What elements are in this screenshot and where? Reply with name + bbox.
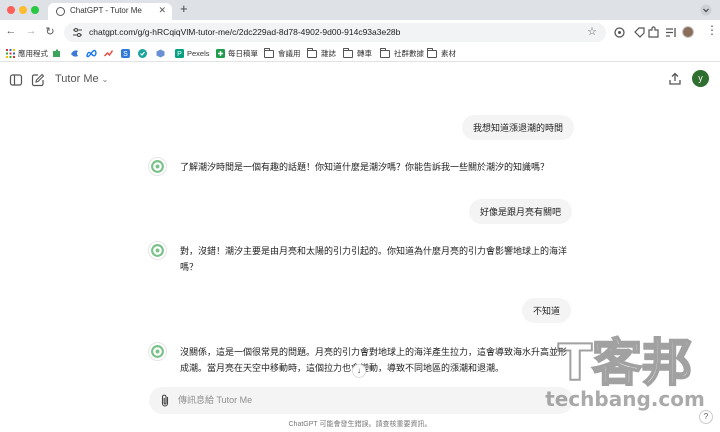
meta-logo-icon [86,49,97,58]
share-icon[interactable] [668,72,682,86]
folder-icon [343,47,353,58]
bookmark-blue[interactable] [70,47,82,60]
assistant-message: 了解潮汐時間是一個有趣的話題！你知道什麼是潮汐嗎？你能告訴我一些關於潮汐的知識嗎… [180,162,550,172]
bookmark-teal[interactable] [138,47,150,60]
google-lens-icon[interactable] [613,26,626,39]
disclaimer-note: ChatGPT 可能會發生錯誤。請查核重要資訊。 [288,421,432,428]
bookmark-label: 轉車 [357,49,372,58]
assistant-message: 對，沒錯！潮汐主要是由月亮和太陽的引力引起的。你知道為什麼月亮的引力會影響地球上… [180,246,568,272]
paperclip-attach-icon[interactable] [159,393,171,408]
extension-generic-icon[interactable] [633,26,646,39]
url-text[interactable]: chatgpt.com/g/g-hRCqiqVlM-tutor-me/c/2dc… [89,27,400,37]
bookmark-star-icon[interactable]: ☆ [587,25,597,38]
green-puzzle-icon [53,49,60,57]
bookmark-label: Pexels [187,49,210,58]
folder-icon [380,47,390,58]
blue-bird-icon [71,50,78,57]
user-message: 我想知道漲退潮的時間 [462,115,575,140]
message-input[interactable] [178,393,538,407]
user-message: 好像是跟月亮有關吧 [469,199,573,224]
browser-tab-active[interactable]: ChatGPT - Tutor Me ✕ [48,3,172,20]
teal-badge-icon [138,49,147,58]
svg-text:S: S [123,51,128,58]
folder-icon [264,47,274,58]
help-button[interactable]: ? [699,410,713,424]
window-zoom-button[interactable] [31,6,39,14]
tab-close-icon[interactable]: ✕ [158,5,166,16]
bookmark-meta[interactable] [86,47,100,60]
chevron-down-icon: ⌄ [101,75,109,84]
bookmark-apps[interactable]: 應用程式 [6,47,48,60]
user-message: 不知道 [522,298,572,323]
gpt-avatar-icon [148,157,167,176]
scroll-to-bottom-button[interactable]: ↓ [352,364,366,378]
bookmark-label: 社群數據 [394,49,424,58]
assistant-message: 沒關係，這是一個很常見的問題。月亮的引力會對地球上的海洋產生拉力，這會導致海水升… [180,347,568,373]
pexels-logo-icon: P [175,49,184,58]
back-arrow-icon[interactable]: ← [4,25,18,37]
apps-grid-icon [6,49,15,58]
gpt-avatar-icon [148,241,167,260]
trend-chart-icon [104,50,113,57]
bookmark-label: 應用程式 [18,49,48,58]
bookmark-s[interactable]: S [121,47,133,60]
bookmark-folder-meeting[interactable]: 會議用 [264,47,301,60]
bookmark-label: 雜誌 [321,49,336,58]
window-minimize-button[interactable] [19,6,27,14]
folder-icon [427,47,437,58]
extensions-puzzle-icon[interactable] [647,26,660,39]
reading-list-icon[interactable] [664,26,677,39]
green-plus-icon [216,49,225,58]
bookmark-label: 會議用 [278,49,301,58]
bookmark-daily-sheet[interactable]: 每日稿單 [216,47,258,60]
bookmark-folder-social[interactable]: 社群數據 [380,47,424,60]
bookmarks-bar: 應用程式 S P Pexels 每日稿單 會議用 雜誌 轉車 社群數據 素材 [0,45,720,62]
site-settings-icon[interactable] [72,27,83,38]
sidebar-toggle-icon[interactable] [9,73,23,87]
cube-icon [156,49,165,58]
bookmark-chart[interactable] [104,47,116,60]
bookmark-folder-magazine[interactable]: 雜誌 [307,47,336,60]
new-tab-button[interactable]: + [180,1,188,16]
svg-text:P: P [177,51,182,58]
browser-tab-bar: ChatGPT - Tutor Me ✕ + [0,0,720,20]
tab-search-chevron-icon[interactable] [700,4,712,16]
folder-icon [307,47,317,58]
chat-app: Tutor Me ⌄ y 我想知道漲退潮的時間 了解潮汐時間是一個有趣的話題！你知… [0,63,720,432]
reload-icon[interactable]: ↻ [43,25,57,38]
model-name: Tutor Me [55,73,99,85]
browser-toolbar: ← → ↻ chatgpt.com/g/g-hRCqiqVlM-tutor-me… [0,20,720,45]
s-logo-icon: S [121,49,130,58]
message-composer [149,387,573,414]
bookmark-pexels[interactable]: P Pexels [175,47,210,60]
address-bar[interactable]: chatgpt.com/g/g-hRCqiqVlM-tutor-me/c/2dc… [64,23,606,42]
gpt-avatar-icon [148,342,167,361]
bookmark-label: 每日稿單 [228,49,258,58]
browser-menu-icon[interactable]: ⋮ [706,23,718,37]
bookmark-folder-assets[interactable]: 素材 [427,47,456,60]
bookmark-label: 素材 [441,49,456,58]
model-selector[interactable]: Tutor Me ⌄ [55,73,108,85]
bookmark-green-puzzle[interactable] [52,47,64,60]
openai-favicon-icon [56,7,65,16]
new-chat-icon[interactable] [31,73,45,87]
forward-arrow-icon[interactable]: → [24,25,38,37]
window-close-button[interactable] [7,6,15,14]
bookmark-cube[interactable] [156,47,168,60]
profile-avatar[interactable] [682,26,694,38]
user-avatar[interactable]: y [692,70,709,87]
bookmark-folder-transfer[interactable]: 轉車 [343,47,372,60]
tab-title: ChatGPT - Tutor Me [70,6,142,15]
